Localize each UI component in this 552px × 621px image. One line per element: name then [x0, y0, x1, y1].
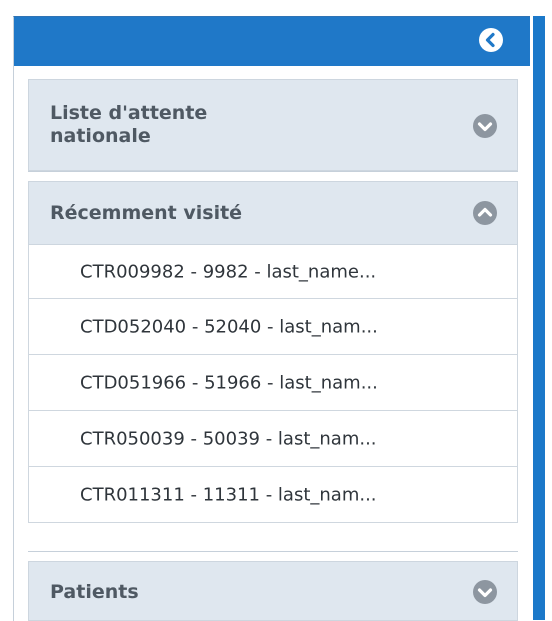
section-header-patients[interactable]: Patients [28, 561, 518, 621]
list-item[interactable]: CTR050039 - 50039 - last_nam... [28, 411, 518, 467]
list-item-label: CTR050039 - 50039 - last_nam... [80, 428, 377, 449]
list-item-label: CTR009982 - 9982 - last_name... [80, 261, 377, 282]
list-item[interactable]: CTR009982 - 9982 - last_name... [28, 245, 518, 299]
scrollbar[interactable] [533, 16, 545, 620]
sidebar-header-bar [14, 17, 531, 66]
app-frame: Liste d'attente nationale Récemment visi… [0, 0, 552, 621]
list-item-label: CTR011311 - 11311 - last_nam... [80, 484, 377, 505]
chevron-down-circle-icon[interactable] [473, 580, 497, 604]
section-header-recemment-visite[interactable]: Récemment visité [28, 181, 518, 245]
section-label: Récemment visité [50, 202, 243, 224]
list-item-label: CTD052040 - 52040 - last_nam... [80, 316, 378, 337]
section-label: Liste d'attente nationale [50, 102, 208, 147]
section-label: Patients [50, 581, 139, 603]
section-divider [28, 171, 518, 172]
list-item[interactable]: CTD052040 - 52040 - last_nam... [28, 299, 518, 355]
section-divider [28, 551, 518, 552]
list-item[interactable]: CTR011311 - 11311 - last_nam... [28, 467, 518, 523]
right-edge-strip [530, 16, 552, 620]
chevron-left-circle-icon[interactable] [479, 28, 503, 52]
chevron-down-circle-icon[interactable] [473, 114, 497, 138]
sidebar-panel: Liste d'attente nationale Récemment visi… [13, 16, 531, 621]
list-item-label: CTD051966 - 51966 - last_nam... [80, 372, 378, 393]
chevron-up-circle-icon[interactable] [473, 201, 497, 225]
section-header-liste-attente[interactable]: Liste d'attente nationale [28, 79, 518, 171]
list-item[interactable]: CTD051966 - 51966 - last_nam... [28, 355, 518, 411]
recent-list: CTR009982 - 9982 - last_name... CTD05204… [28, 245, 518, 523]
